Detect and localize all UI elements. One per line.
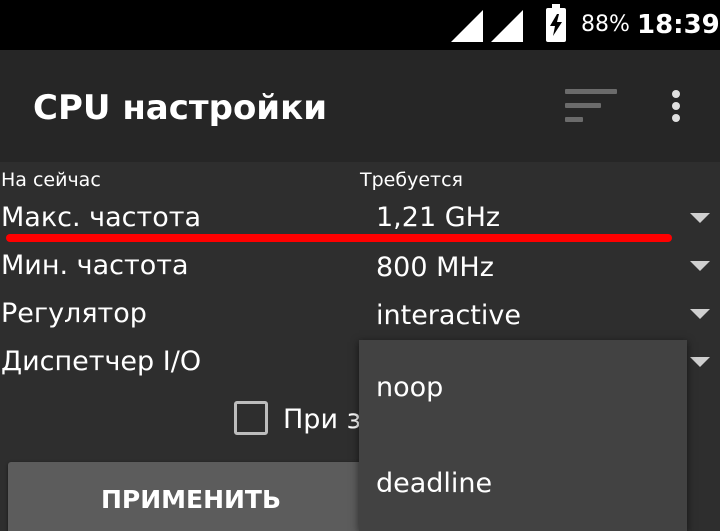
io-scheduler-dropdown-arrow-icon[interactable] xyxy=(690,357,710,367)
governor-value[interactable]: interactive xyxy=(376,300,521,332)
dropdown-option-noop[interactable]: noop xyxy=(376,372,443,404)
signal-icon xyxy=(491,10,523,42)
required-header: Требуется xyxy=(360,169,463,191)
apply-button[interactable]: ПРИМЕНИТЬ xyxy=(8,462,374,531)
max-freq-value[interactable]: 1,21 GHz xyxy=(376,202,500,234)
clock: 18:39 xyxy=(637,10,720,40)
sort-icon[interactable] xyxy=(563,89,621,125)
battery-charging-icon xyxy=(546,4,566,42)
io-scheduler-dropdown: noop deadline xyxy=(359,340,687,531)
highlight-underline xyxy=(6,234,672,242)
battery-percent: 88% xyxy=(581,12,630,37)
io-scheduler-label: Диспетчер I/O xyxy=(1,346,202,377)
signal-icon xyxy=(451,10,483,42)
min-freq-value[interactable]: 800 MHz xyxy=(376,252,494,284)
governor-label: Регулятор xyxy=(1,298,147,329)
min-freq-dropdown-arrow-icon[interactable] xyxy=(690,261,710,271)
apply-on-boot-checkbox[interactable] xyxy=(234,401,268,435)
max-freq-dropdown-arrow-icon[interactable] xyxy=(690,213,710,223)
max-freq-label: Макс. частота xyxy=(1,202,202,233)
app-bar: CPU настройки xyxy=(0,50,720,162)
status-bar: 88% 18:39 xyxy=(0,0,720,50)
page-title: CPU настройки xyxy=(33,88,328,128)
min-freq-label: Мин. частота xyxy=(1,250,189,281)
apply-button-label: ПРИМЕНИТЬ xyxy=(100,485,282,514)
dropdown-option-deadline[interactable]: deadline xyxy=(376,468,492,500)
more-vert-icon[interactable] xyxy=(664,88,688,124)
governor-dropdown-arrow-icon[interactable] xyxy=(690,309,710,319)
current-header: На сейчас xyxy=(1,169,101,191)
